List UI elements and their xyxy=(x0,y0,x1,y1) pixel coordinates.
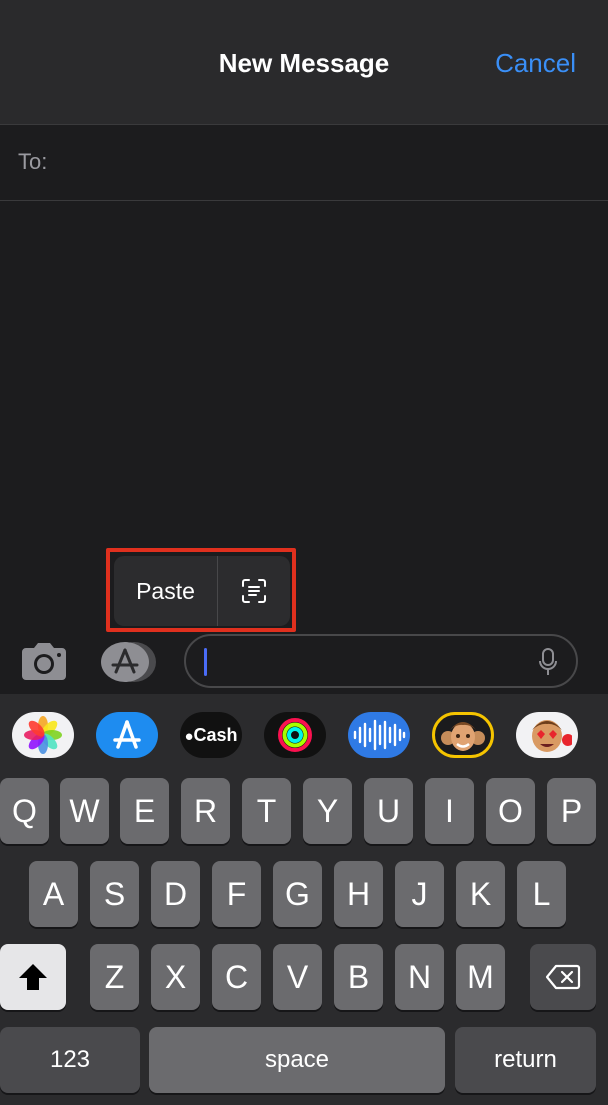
keyboard: Q W E R T Y U I O P A S D F G H J K L Z … xyxy=(0,776,608,1105)
message-thread-area xyxy=(0,202,608,692)
scan-text-icon xyxy=(242,579,266,603)
apple-cash-icon: ●Cash xyxy=(184,724,238,745)
audio-message-app-button[interactable] xyxy=(348,712,410,758)
key-w[interactable]: W xyxy=(60,778,109,844)
camera-icon xyxy=(22,643,66,680)
key-c[interactable]: C xyxy=(212,944,261,1010)
navigation-bar: New Message Cancel xyxy=(0,0,608,125)
memoji-stickers-icon xyxy=(532,720,572,752)
shift-key[interactable] xyxy=(0,944,66,1010)
edit-menu: Paste xyxy=(114,556,290,626)
return-key[interactable]: return xyxy=(455,1027,596,1093)
backspace-icon xyxy=(545,964,581,990)
paste-button[interactable]: Paste xyxy=(114,556,218,626)
key-x[interactable]: X xyxy=(151,944,200,1010)
key-o[interactable]: O xyxy=(486,778,535,844)
key-k[interactable]: K xyxy=(456,861,505,927)
text-cursor xyxy=(204,648,207,676)
memoji-app-button[interactable] xyxy=(432,712,494,758)
key-q[interactable]: Q xyxy=(0,778,49,844)
message-input[interactable] xyxy=(210,644,530,680)
app-store-icon xyxy=(113,720,141,749)
photos-icon xyxy=(24,716,62,754)
imessage-app-strip: ●Cash xyxy=(0,694,608,776)
apps-button[interactable] xyxy=(100,641,158,683)
key-z[interactable]: Z xyxy=(90,944,139,1010)
shift-icon xyxy=(19,964,47,990)
key-l[interactable]: L xyxy=(517,861,566,927)
audio-waveform-icon xyxy=(353,719,406,751)
key-u[interactable]: U xyxy=(364,778,413,844)
key-n[interactable]: N xyxy=(395,944,444,1010)
activity-rings-icon xyxy=(278,718,312,752)
space-bar[interactable]: space xyxy=(149,1027,445,1093)
numbers-key[interactable]: 123 xyxy=(0,1027,140,1093)
cash-label: Cash xyxy=(193,724,238,745)
key-g[interactable]: G xyxy=(273,861,322,927)
camera-button[interactable] xyxy=(18,640,70,684)
scan-text-button[interactable] xyxy=(218,556,290,626)
key-p[interactable]: P xyxy=(547,778,596,844)
key-j[interactable]: J xyxy=(395,861,444,927)
key-b[interactable]: B xyxy=(334,944,383,1010)
key-e[interactable]: E xyxy=(120,778,169,844)
key-d[interactable]: D xyxy=(151,861,200,927)
key-a[interactable]: A xyxy=(29,861,78,927)
key-y[interactable]: Y xyxy=(303,778,352,844)
memoji-stickers-app-button[interactable] xyxy=(516,712,578,758)
key-t[interactable]: T xyxy=(242,778,291,844)
message-input-field[interactable] xyxy=(184,634,578,688)
microphone-icon[interactable] xyxy=(538,648,558,676)
app-store-app-button[interactable] xyxy=(96,712,158,758)
key-m[interactable]: M xyxy=(456,944,505,1010)
recipient-input[interactable] xyxy=(62,139,582,187)
memoji-icon xyxy=(441,722,485,751)
cancel-button[interactable]: Cancel xyxy=(495,48,576,79)
key-f[interactable]: F xyxy=(212,861,261,927)
recipient-row: To: xyxy=(0,125,608,201)
key-v[interactable]: V xyxy=(273,944,322,1010)
key-r[interactable]: R xyxy=(181,778,230,844)
key-h[interactable]: H xyxy=(334,861,383,927)
app-store-icon xyxy=(101,642,156,682)
key-i[interactable]: I xyxy=(425,778,474,844)
to-label: To: xyxy=(18,149,48,174)
photos-app-button[interactable] xyxy=(12,712,74,758)
activity-app-button[interactable] xyxy=(264,712,326,758)
apple-cash-app-button[interactable]: ●Cash xyxy=(180,712,242,758)
delete-key[interactable] xyxy=(530,944,596,1010)
key-s[interactable]: S xyxy=(90,861,139,927)
